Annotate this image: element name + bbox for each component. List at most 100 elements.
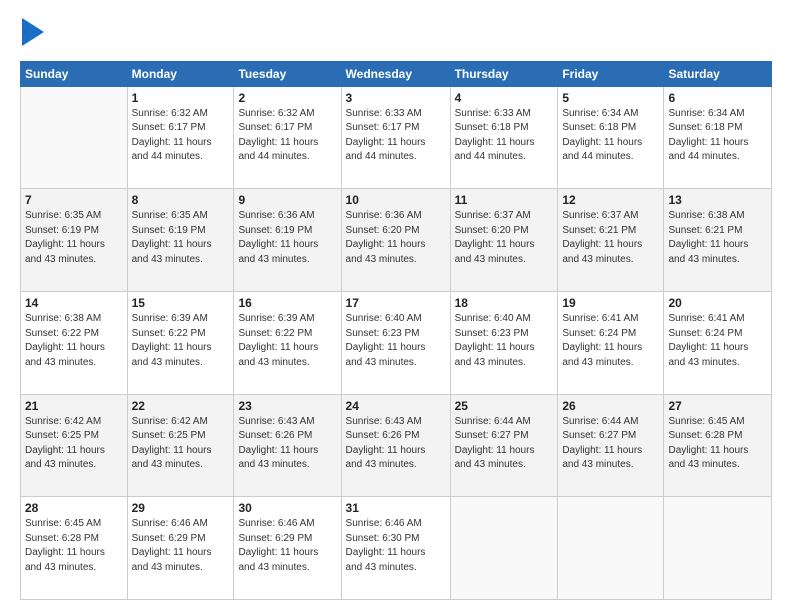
day-info: Sunrise: 6:36 AMSunset: 6:20 PMDaylight:… (346, 209, 446, 267)
day-number: 18 (455, 296, 554, 310)
day-number: 14 (25, 296, 123, 310)
day-number: 2 (238, 91, 336, 105)
table-row: 22 Sunrise: 6:42 AMSunset: 6:25 PMDayligh… (127, 394, 234, 497)
day-info: Sunrise: 6:37 AMSunset: 6:20 PMDaylight:… (455, 209, 554, 267)
day-info: Sunrise: 6:33 AMSunset: 6:18 PMDaylight:… (455, 107, 554, 165)
table-row: 15 Sunrise: 6:39 AMSunset: 6:22 PMDayligh… (127, 292, 234, 395)
day-number: 5 (562, 91, 659, 105)
day-number: 21 (25, 399, 123, 413)
logo (20, 18, 44, 51)
calendar-week-row: 1 Sunrise: 6:32 AMSunset: 6:17 PMDaylight… (21, 86, 772, 189)
table-row: 16 Sunrise: 6:39 AMSunset: 6:22 PMDayligh… (234, 292, 341, 395)
day-info: Sunrise: 6:35 AMSunset: 6:19 PMDaylight:… (132, 209, 230, 267)
col-friday: Friday (558, 61, 664, 86)
day-number: 28 (25, 501, 123, 515)
calendar-week-row: 7 Sunrise: 6:35 AMSunset: 6:19 PMDaylight… (21, 189, 772, 292)
day-info: Sunrise: 6:37 AMSunset: 6:21 PMDaylight:… (562, 209, 659, 267)
calendar-week-row: 21 Sunrise: 6:42 AMSunset: 6:25 PMDayligh… (21, 394, 772, 497)
table-row: 24 Sunrise: 6:43 AMSunset: 6:26 PMDayligh… (341, 394, 450, 497)
table-row (21, 86, 128, 189)
col-sunday: Sunday (21, 61, 128, 86)
day-number: 9 (238, 193, 336, 207)
day-number: 24 (346, 399, 446, 413)
col-monday: Monday (127, 61, 234, 86)
day-info: Sunrise: 6:43 AMSunset: 6:26 PMDaylight:… (346, 415, 446, 473)
day-info: Sunrise: 6:44 AMSunset: 6:27 PMDaylight:… (562, 415, 659, 473)
logo-text (20, 18, 44, 51)
day-info: Sunrise: 6:42 AMSunset: 6:25 PMDaylight:… (132, 415, 230, 473)
day-info: Sunrise: 6:41 AMSunset: 6:24 PMDaylight:… (668, 312, 767, 370)
day-info: Sunrise: 6:38 AMSunset: 6:21 PMDaylight:… (668, 209, 767, 267)
day-number: 19 (562, 296, 659, 310)
day-number: 1 (132, 91, 230, 105)
calendar-week-row: 28 Sunrise: 6:45 AMSunset: 6:28 PMDayligh… (21, 497, 772, 600)
table-row (450, 497, 558, 600)
day-info: Sunrise: 6:46 AMSunset: 6:29 PMDaylight:… (238, 517, 336, 575)
day-number: 8 (132, 193, 230, 207)
day-info: Sunrise: 6:34 AMSunset: 6:18 PMDaylight:… (562, 107, 659, 165)
col-tuesday: Tuesday (234, 61, 341, 86)
day-info: Sunrise: 6:46 AMSunset: 6:30 PMDaylight:… (346, 517, 446, 575)
table-row: 14Sunrise: 6:38 AMSunset: 6:22 PMDayligh… (21, 292, 128, 395)
day-number: 17 (346, 296, 446, 310)
table-row: 12 Sunrise: 6:37 AMSunset: 6:21 PMDayligh… (558, 189, 664, 292)
day-info: Sunrise: 6:33 AMSunset: 6:17 PMDaylight:… (346, 107, 446, 165)
calendar-header-row: Sunday Monday Tuesday Wednesday Thursday… (21, 61, 772, 86)
day-number: 11 (455, 193, 554, 207)
table-row: 26 Sunrise: 6:44 AMSunset: 6:27 PMDayligh… (558, 394, 664, 497)
table-row: 3Sunrise: 6:33 AMSunset: 6:17 PMDaylight… (341, 86, 450, 189)
day-number: 6 (668, 91, 767, 105)
day-number: 23 (238, 399, 336, 413)
table-row: 19 Sunrise: 6:41 AMSunset: 6:24 PMDayligh… (558, 292, 664, 395)
day-info: Sunrise: 6:41 AMSunset: 6:24 PMDaylight:… (562, 312, 659, 370)
table-row (664, 497, 772, 600)
calendar-table: Sunday Monday Tuesday Wednesday Thursday… (20, 61, 772, 600)
day-info: Sunrise: 6:42 AMSunset: 6:25 PMDaylight:… (25, 415, 123, 473)
table-row: 4 Sunrise: 6:33 AMSunset: 6:18 PMDaylight… (450, 86, 558, 189)
table-row: 13 Sunrise: 6:38 AMSunset: 6:21 PMDayligh… (664, 189, 772, 292)
table-row: 2Sunrise: 6:32 AMSunset: 6:17 PMDaylight… (234, 86, 341, 189)
day-info: Sunrise: 6:40 AMSunset: 6:23 PMDaylight:… (455, 312, 554, 370)
day-info: Sunrise: 6:39 AMSunset: 6:22 PMDaylight:… (238, 312, 336, 370)
table-row: 11 Sunrise: 6:37 AMSunset: 6:20 PMDayligh… (450, 189, 558, 292)
day-number: 10 (346, 193, 446, 207)
col-saturday: Saturday (664, 61, 772, 86)
table-row: 7 Sunrise: 6:35 AMSunset: 6:19 PMDaylight… (21, 189, 128, 292)
table-row: 6 Sunrise: 6:34 AMSunset: 6:18 PMDaylight… (664, 86, 772, 189)
col-wednesday: Wednesday (341, 61, 450, 86)
day-number: 16 (238, 296, 336, 310)
day-number: 26 (562, 399, 659, 413)
day-info: Sunrise: 6:44 AMSunset: 6:27 PMDaylight:… (455, 415, 554, 473)
table-row (558, 497, 664, 600)
day-info: Sunrise: 6:36 AMSunset: 6:19 PMDaylight:… (238, 209, 336, 267)
day-info: Sunrise: 6:43 AMSunset: 6:26 PMDaylight:… (238, 415, 336, 473)
day-number: 12 (562, 193, 659, 207)
day-number: 4 (455, 91, 554, 105)
day-info: Sunrise: 6:32 AMSunset: 6:17 PMDaylight:… (132, 107, 230, 165)
day-number: 27 (668, 399, 767, 413)
day-info: Sunrise: 6:35 AMSunset: 6:19 PMDaylight:… (25, 209, 123, 267)
day-info: Sunrise: 6:34 AMSunset: 6:18 PMDaylight:… (668, 107, 767, 165)
header (20, 18, 772, 51)
table-row: 29Sunrise: 6:46 AMSunset: 6:29 PMDayligh… (127, 497, 234, 600)
day-info: Sunrise: 6:45 AMSunset: 6:28 PMDaylight:… (25, 517, 123, 575)
day-number: 13 (668, 193, 767, 207)
col-thursday: Thursday (450, 61, 558, 86)
day-info: Sunrise: 6:39 AMSunset: 6:22 PMDaylight:… (132, 312, 230, 370)
table-row: 31 Sunrise: 6:46 AMSunset: 6:30 PMDayligh… (341, 497, 450, 600)
day-number: 7 (25, 193, 123, 207)
table-row: 20 Sunrise: 6:41 AMSunset: 6:24 PMDayligh… (664, 292, 772, 395)
table-row: 27 Sunrise: 6:45 AMSunset: 6:28 PMDayligh… (664, 394, 772, 497)
table-row: 8 Sunrise: 6:35 AMSunset: 6:19 PMDaylight… (127, 189, 234, 292)
day-number: 20 (668, 296, 767, 310)
logo-triangle-icon (22, 18, 44, 46)
day-number: 31 (346, 501, 446, 515)
day-info: Sunrise: 6:45 AMSunset: 6:28 PMDaylight:… (668, 415, 767, 473)
table-row: 17 Sunrise: 6:40 AMSunset: 6:23 PMDayligh… (341, 292, 450, 395)
page: Sunday Monday Tuesday Wednesday Thursday… (0, 0, 792, 612)
day-number: 15 (132, 296, 230, 310)
day-info: Sunrise: 6:40 AMSunset: 6:23 PMDaylight:… (346, 312, 446, 370)
day-number: 22 (132, 399, 230, 413)
day-number: 29 (132, 501, 230, 515)
table-row: 1 Sunrise: 6:32 AMSunset: 6:17 PMDaylight… (127, 86, 234, 189)
